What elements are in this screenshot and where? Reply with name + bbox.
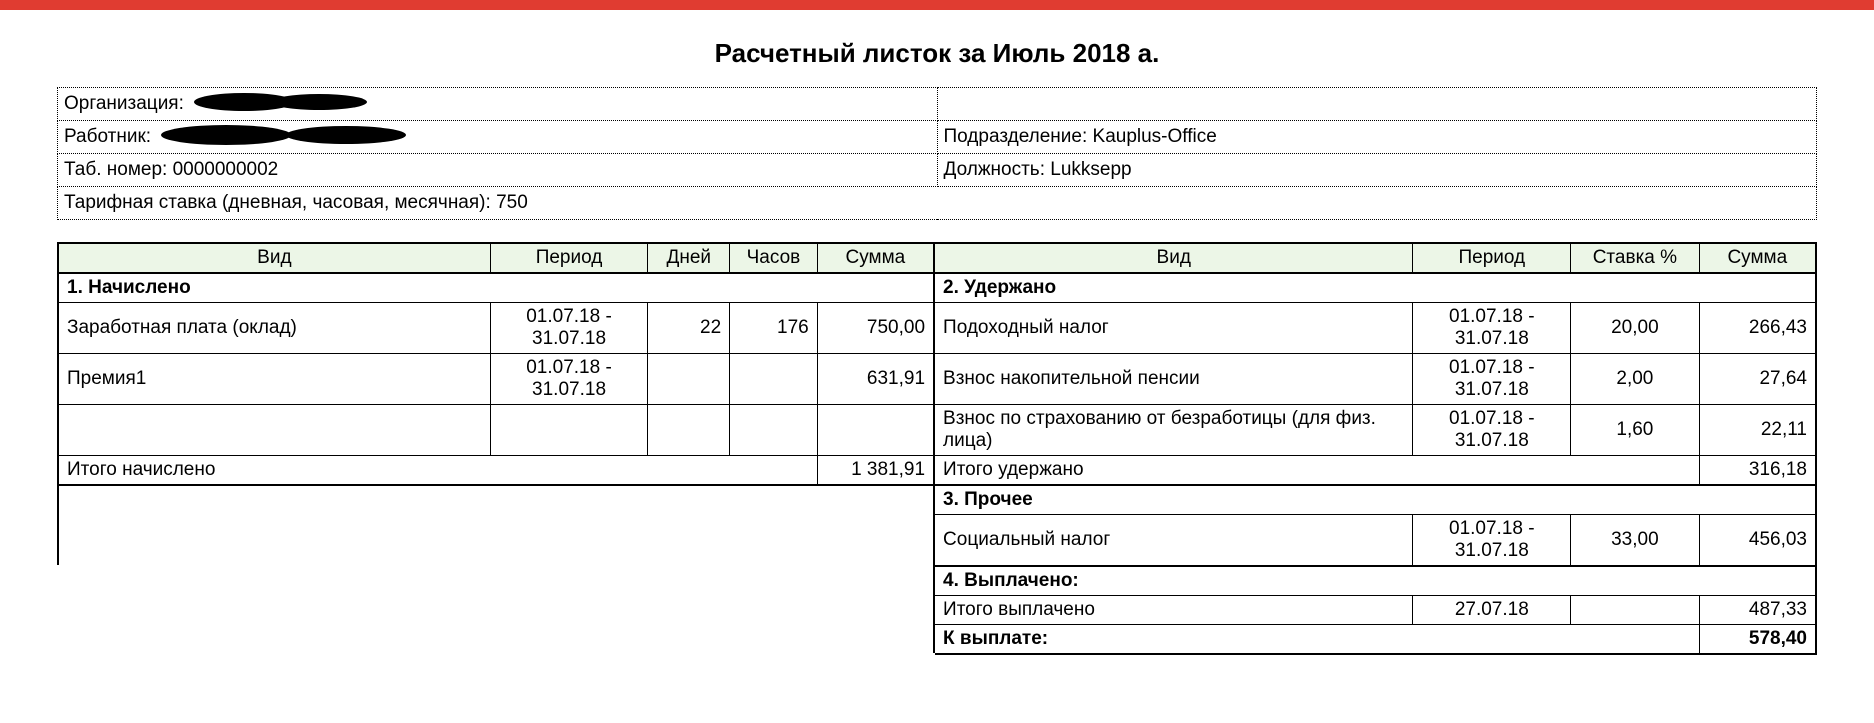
hdr-days: Дней — [648, 243, 730, 273]
payroll-table: Вид Период Дней Часов Сумма Вид Период С… — [57, 242, 1817, 655]
empty-cell — [937, 88, 1817, 121]
dept-label: Подразделение: — [944, 126, 1088, 147]
rate-label: Тарифная ставка (дневная, часовая, месяч… — [64, 192, 491, 213]
accrued-days: 22 — [648, 303, 730, 354]
hdr-sum-r: Сумма — [1699, 243, 1816, 273]
hdr-vid-l: Вид — [58, 243, 490, 273]
withheld-rate: 1,60 — [1571, 405, 1699, 456]
worker-label: Работник: — [64, 126, 151, 147]
withheld-total-label: Итого удержано — [934, 456, 1699, 486]
redacted-worker — [156, 124, 416, 146]
accrued-days — [648, 354, 730, 405]
table-row: Премия1 01.07.18 - 31.07.18 631,91 Взнос… — [58, 354, 1816, 405]
other-period: 01.07.18 - 31.07.18 — [1413, 515, 1571, 567]
tab-value: 0000000002 — [173, 159, 279, 180]
paid-date: 27.07.18 — [1413, 596, 1571, 625]
section-other: 3. Прочее — [934, 485, 1816, 515]
rate-value: 750 — [496, 192, 528, 213]
accrued-name: Премия1 — [58, 354, 490, 405]
accrued-name: Заработная плата (оклад) — [58, 303, 490, 354]
accrued-hours — [730, 405, 818, 456]
worker-row: Работник: — [58, 121, 938, 154]
pos-row: Должность: Lukksepp — [937, 154, 1817, 187]
accrued-period: 01.07.18 - 31.07.18 — [490, 354, 648, 405]
other-rate: 33,00 — [1571, 515, 1699, 567]
topay-value: 578,40 — [1699, 625, 1816, 655]
hdr-sum-l: Сумма — [817, 243, 934, 273]
section-paid: 4. Выплачено: — [934, 566, 1816, 596]
dept-row: Подразделение: Kauplus-Office — [937, 121, 1817, 154]
org-row: Организация: — [58, 88, 938, 121]
withheld-sum: 266,43 — [1699, 303, 1816, 354]
pos-label: Должность: — [944, 159, 1045, 180]
hdr-hours: Часов — [730, 243, 818, 273]
withheld-total-value: 316,18 — [1699, 456, 1816, 486]
withheld-period: 01.07.18 - 31.07.18 — [1413, 354, 1571, 405]
accrued-period: 01.07.18 - 31.07.18 — [490, 303, 648, 354]
withheld-sum: 27,64 — [1699, 354, 1816, 405]
table-row: Заработная плата (оклад) 01.07.18 - 31.0… — [58, 303, 1816, 354]
topay-row: К выплате: 578,40 — [58, 625, 1816, 655]
withheld-name: Подоходный налог — [934, 303, 1413, 354]
tab-label: Таб. номер: — [64, 159, 167, 180]
hdr-period-r: Период — [1413, 243, 1571, 273]
table-row: Итого выплачено 27.07.18 487,33 — [58, 596, 1816, 625]
withheld-rate: 2,00 — [1571, 354, 1699, 405]
paid-total-value: 487,33 — [1699, 596, 1816, 625]
withheld-period: 01.07.18 - 31.07.18 — [1413, 303, 1571, 354]
other-sum: 456,03 — [1699, 515, 1816, 567]
pos-value: Lukksepp — [1050, 159, 1131, 180]
hdr-vid-r: Вид — [934, 243, 1413, 273]
accrued-hours — [730, 354, 818, 405]
payslip-document: Расчетный листок за Июль 2018 а. Организ… — [57, 10, 1817, 695]
accrued-sum: 750,00 — [817, 303, 934, 354]
table-row: Взнос по страхованию от безработицы (для… — [58, 405, 1816, 456]
blank — [58, 566, 934, 596]
accrued-total-label: Итого начислено — [58, 456, 817, 486]
accrued-days — [648, 405, 730, 456]
redacted-org — [189, 92, 369, 112]
section-accrued: 1. Начислено — [58, 273, 934, 303]
blank — [1571, 596, 1699, 625]
accrued-sum: 631,91 — [817, 354, 934, 405]
top-red-bar — [0, 0, 1874, 10]
section-withheld: 2. Удержано — [934, 273, 1816, 303]
rate-row: Тарифная ставка (дневная, часовая, месяч… — [58, 187, 1817, 220]
accrued-name — [58, 405, 490, 456]
accrued-hours: 176 — [730, 303, 818, 354]
section-row: 4. Выплачено: — [58, 566, 1816, 596]
withheld-name: Взнос по страхованию от безработицы (для… — [934, 405, 1413, 456]
section-row: 1. Начислено 2. Удержано — [58, 273, 1816, 303]
withheld-period: 01.07.18 - 31.07.18 — [1413, 405, 1571, 456]
withheld-rate: 20,00 — [1571, 303, 1699, 354]
accrued-sum — [817, 405, 934, 456]
accrued-total-value: 1 381,91 — [817, 456, 934, 486]
hdr-period-l: Период — [490, 243, 648, 273]
paid-total-label: Итого выплачено — [934, 596, 1413, 625]
withheld-name: Взнос накопительной пенсии — [934, 354, 1413, 405]
empty-left — [58, 485, 934, 566]
blank — [58, 596, 934, 625]
section-row: 3. Прочее — [58, 485, 1816, 515]
withheld-sum: 22,11 — [1699, 405, 1816, 456]
dept-value: Kauplus-Office — [1093, 126, 1217, 147]
page-title: Расчетный листок за Июль 2018 а. — [57, 38, 1817, 69]
org-label: Организация: — [64, 93, 184, 114]
hdr-rate: Ставка % — [1571, 243, 1699, 273]
blank — [58, 625, 934, 655]
other-name: Социальный налог — [934, 515, 1413, 567]
totals-row: Итого начислено 1 381,91 Итого удержано … — [58, 456, 1816, 486]
header-row: Вид Период Дней Часов Сумма Вид Период С… — [58, 243, 1816, 273]
employee-info-table: Организация: Работник: Подразделение: Ka… — [57, 87, 1817, 220]
accrued-period — [490, 405, 648, 456]
tab-row: Таб. номер: 0000000002 — [58, 154, 938, 187]
topay-label: К выплате: — [934, 625, 1699, 655]
